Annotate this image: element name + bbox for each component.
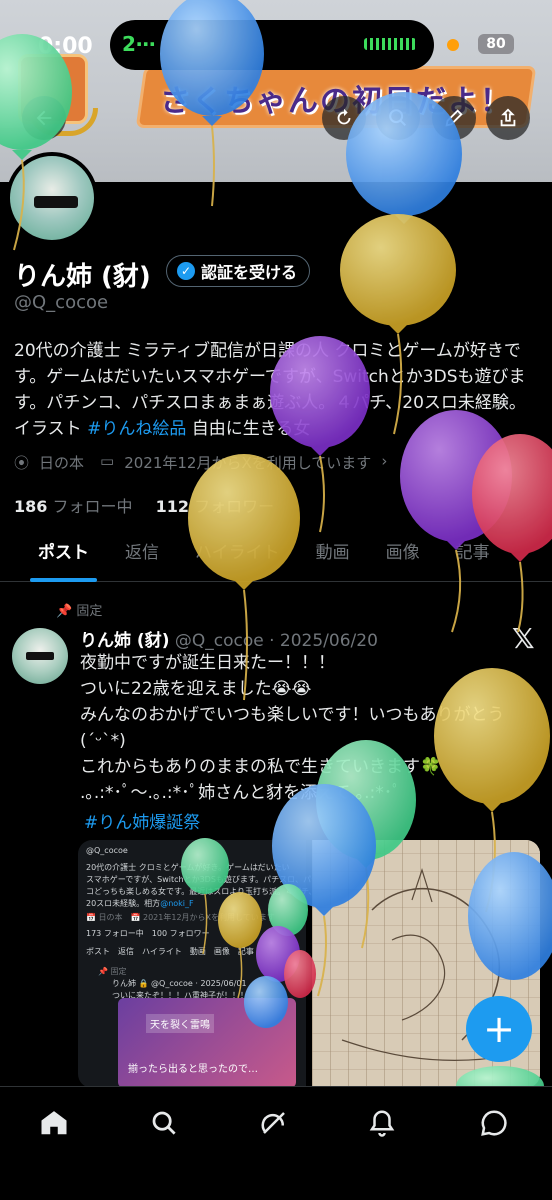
embedded-follows: 173 フォロー中 100 フォロワー (86, 929, 210, 938)
profile-bio: 20代の介護士 ミラティブ配信が日課の人 クロミとゲームが好きです。ゲームはだい… (14, 338, 540, 442)
nav-search-button[interactable] (144, 1103, 184, 1143)
chevron-right-icon: › (381, 452, 388, 470)
get-verified-button[interactable]: ✓ 認証を受ける (166, 255, 311, 287)
embedded-bio: コどっちも楽しめる女です。最近はスロより玉打ち派。４パチ、 (86, 887, 317, 896)
search-icon (152, 1111, 176, 1135)
tweet-line: 夜勤中ですが誕生日来たー！！！ (80, 653, 335, 673)
embedded-handle: @Q_cocoe (86, 846, 128, 855)
profile-meta: ⦿ 日の本 ▭ 2021年12月からXを利用しています › (14, 452, 387, 473)
message-icon (481, 1110, 507, 1136)
embedded-bio-text: 20スロ未経験。相方 (86, 899, 161, 908)
profile-tabs: ポスト 返信 ハイライト 動画 画像 記事 (0, 528, 552, 582)
mic-indicator-icon (447, 39, 459, 51)
embedded-card-title: 天を裂く雷鳴 (146, 1014, 214, 1033)
embedded-tabs: ポスト 返信 ハイライト 動画 画像 記事 (86, 947, 254, 956)
followers-count: 112 (155, 497, 190, 516)
followers-link[interactable]: 112 フォロワー (156, 497, 275, 516)
profile-handle: @Q_cocoe (14, 292, 109, 313)
embedded-pinned: 📌 固定 (98, 967, 127, 976)
home-icon (41, 1111, 67, 1135)
tweet-author-name[interactable]: りん姉 (豺) (80, 631, 169, 651)
embedded-bio: スマホゲーですが、Switchとか3DSも遊びます。パチスロ、パチン (86, 875, 328, 884)
embedded-bio-tag: @noki_F (160, 899, 194, 908)
nav-home-button[interactable] (34, 1103, 74, 1143)
embedded-card-text: 揃ったら出ると思ったので… (128, 1064, 258, 1075)
joined-text: 2021年12月からXを利用しています (124, 454, 372, 472)
nav-notifications-button[interactable] (362, 1103, 402, 1143)
verify-label: 認証を受ける (201, 263, 298, 282)
pin-icon: 📌 (56, 604, 73, 619)
tab-videos[interactable]: 動画 (302, 528, 372, 582)
waveform-icon (364, 38, 416, 50)
followers-label: フォロワー (194, 497, 275, 516)
sunglasses-image (26, 652, 54, 660)
status-time: 0:00 (38, 34, 93, 59)
sunglasses-image (34, 196, 78, 208)
embedded-tweet-header: りん姉 🔒 @Q_cocoe · 2025/06/01 (112, 979, 247, 988)
pinned-indicator: 📌 固定 (56, 600, 102, 619)
location-icon: ⦿ (14, 454, 30, 472)
edit-button[interactable] (432, 96, 476, 140)
tweet-line: みんなのおかげでいつも楽しいです！いつもありがとう (80, 705, 505, 725)
follow-stats: 186 フォロー中 112 フォロワー (14, 493, 274, 517)
search-icon (389, 109, 407, 127)
location-text: 日の本 (39, 454, 85, 472)
tweet-line: これからもありのままの私で生きていきます🍀 (80, 757, 442, 777)
tweet-avatar[interactable] (12, 628, 68, 684)
search-button[interactable] (376, 96, 420, 140)
tweet-hashtag-link[interactable]: #りん姉爆誕祭 (84, 808, 200, 833)
tab-posts[interactable]: ポスト (0, 528, 111, 582)
tweet-media[interactable]: @Q_cocoe 20代の介護士 クロミとゲームが好き。ゲームはだいたい スマホ… (78, 840, 540, 1088)
nav-grok-button[interactable] (254, 1103, 294, 1143)
bell-icon (369, 1110, 395, 1137)
following-link[interactable]: 186 フォロー中 (14, 497, 133, 516)
media-screenshot[interactable]: @Q_cocoe 20代の介護士 クロミとゲームが好き。ゲームはだいたい スマホ… (78, 840, 327, 1088)
pinned-label: 固定 (76, 604, 103, 619)
calendar-icon: ▭ (100, 452, 115, 470)
compose-button[interactable]: + (466, 996, 532, 1062)
share-icon (500, 108, 516, 127)
back-button[interactable] (22, 96, 66, 140)
embedded-bio: 20代の介護士 クロミとゲームが好き。ゲームはだいたい (86, 863, 290, 872)
grok-icon (261, 1112, 285, 1134)
balloon (400, 410, 512, 633)
profile-avatar[interactable] (6, 152, 98, 244)
embedded-game-image: 天を裂く雷鳴 揃ったら出ると思ったので… (118, 998, 296, 1088)
bio-suffix: 自由に生きる女 (186, 419, 311, 439)
call-indicator: 2⋯ (122, 32, 156, 56)
embedded-bio: 20スロ未経験。相方@noki_F (86, 898, 194, 909)
tweet-text: 夜勤中ですが誕生日来たー！！！ ついに22歳を迎えました😭😭 みんなのおかげでい… (80, 650, 540, 806)
pen-icon (445, 109, 463, 127)
tweet-handle-date: @Q_cocoe · 2025/06/20 (174, 631, 378, 651)
embedded-joined: 📅 日の本 📅 2021年12月からXを利用しています (86, 913, 275, 922)
arrow-left-icon (36, 110, 52, 126)
verified-check-icon: ✓ (177, 262, 195, 280)
tab-highlights[interactable]: ハイライト (181, 528, 302, 582)
refresh-icon (337, 108, 351, 125)
refresh-button[interactable] (322, 96, 366, 140)
tweet-header: りん姉 (豺) @Q_cocoe · 2025/06/20 (80, 626, 378, 651)
dynamic-island[interactable]: 2⋯ (110, 20, 434, 70)
following-label: フォロー中 (52, 497, 133, 516)
tab-replies[interactable]: 返信 (111, 528, 181, 582)
tweet-line: .｡.:*･ﾟ〜.｡.:*･ﾟ姉さんと豺を添えて.｡.:*･ﾟ (80, 783, 401, 803)
share-button[interactable] (486, 96, 530, 140)
bottom-nav (0, 1086, 552, 1200)
tweet-line: (´ᵕ`*) (80, 731, 126, 751)
battery-indicator: 80 (478, 34, 514, 54)
nav-messages-button[interactable] (474, 1103, 514, 1143)
display-name: りん姉 (豺) (14, 262, 151, 292)
tab-images[interactable]: 画像 (372, 528, 442, 582)
tweet-line: ついに22歳を迎えました😭😭 (80, 679, 312, 699)
bio-hashtag-link[interactable]: #りんね絵品 (87, 419, 186, 439)
following-count: 186 (14, 497, 48, 516)
tab-articles[interactable]: 記事 (442, 528, 508, 582)
